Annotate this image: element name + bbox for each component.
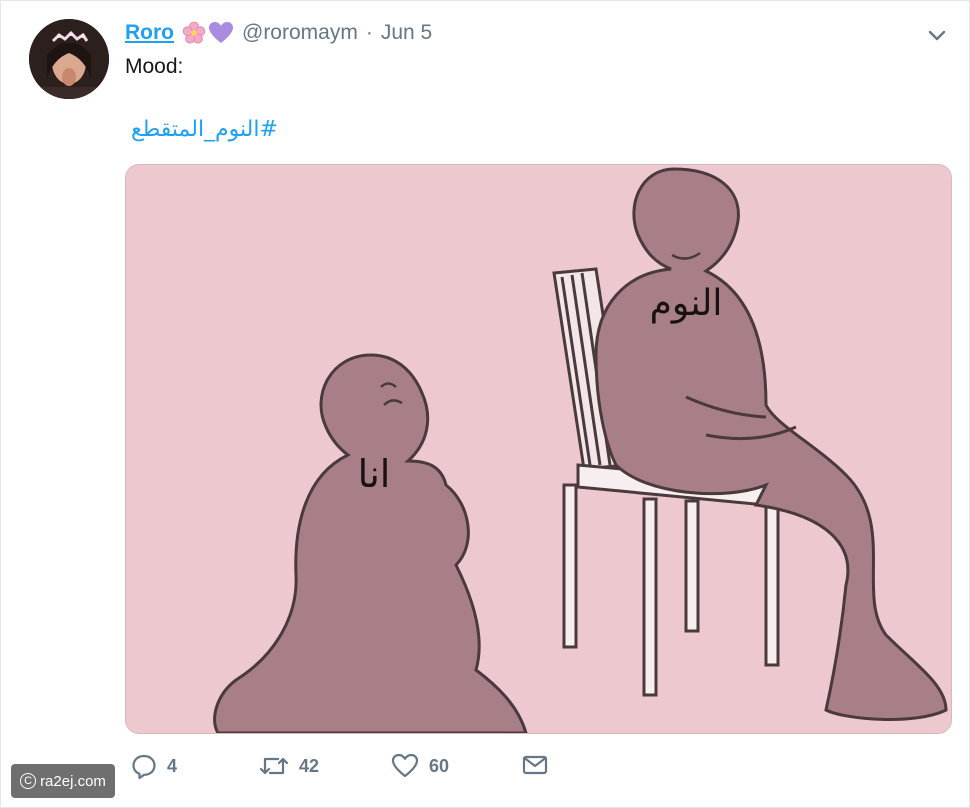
purple-heart-icon <box>209 22 233 43</box>
tweet-header: Roro @roromaym · Jun 5 <box>125 19 432 47</box>
tweet-card: Roro @roromaym · Jun 5 Mood: #النوم_المت… <box>0 0 970 808</box>
label-me: انا <box>358 452 391 496</box>
handle[interactable]: @roromaym <box>242 21 358 45</box>
site-watermark: C ra2ej.com <box>11 764 115 798</box>
meme-illustration: النوم انا <box>126 165 951 733</box>
like-button[interactable]: 60 <box>391 753 449 779</box>
avatar-image <box>29 19 109 99</box>
reply-icon <box>132 754 156 779</box>
retweet-button[interactable]: 42 <box>259 753 319 779</box>
display-name[interactable]: Roro <box>125 21 174 45</box>
cherry-blossom-icon <box>182 21 206 44</box>
timestamp[interactable]: Jun 5 <box>381 21 432 45</box>
tweet-text: Mood: <box>125 55 184 78</box>
tweet-actions: 4 42 60 <box>125 753 605 789</box>
chevron-down-icon[interactable] <box>925 25 949 45</box>
name-emojis <box>182 21 234 45</box>
copyright-icon: C <box>20 773 37 789</box>
reply-count: 4 <box>167 755 178 776</box>
tweet-image[interactable]: النوم انا <box>125 164 952 734</box>
separator: · <box>365 21 373 44</box>
heart-icon <box>391 753 419 778</box>
avatar[interactable] <box>29 19 109 99</box>
label-sleep: النوم <box>650 283 723 324</box>
retweet-icon <box>259 757 289 775</box>
retweet-count: 42 <box>299 755 320 776</box>
envelope-icon <box>522 755 548 775</box>
reply-button[interactable]: 4 <box>131 753 177 779</box>
direct-message-button[interactable] <box>521 753 549 777</box>
hashtag-link[interactable]: #النوم_المتقطع <box>131 117 278 142</box>
like-count: 60 <box>429 755 450 776</box>
watermark-text: ra2ej.com <box>40 772 106 790</box>
